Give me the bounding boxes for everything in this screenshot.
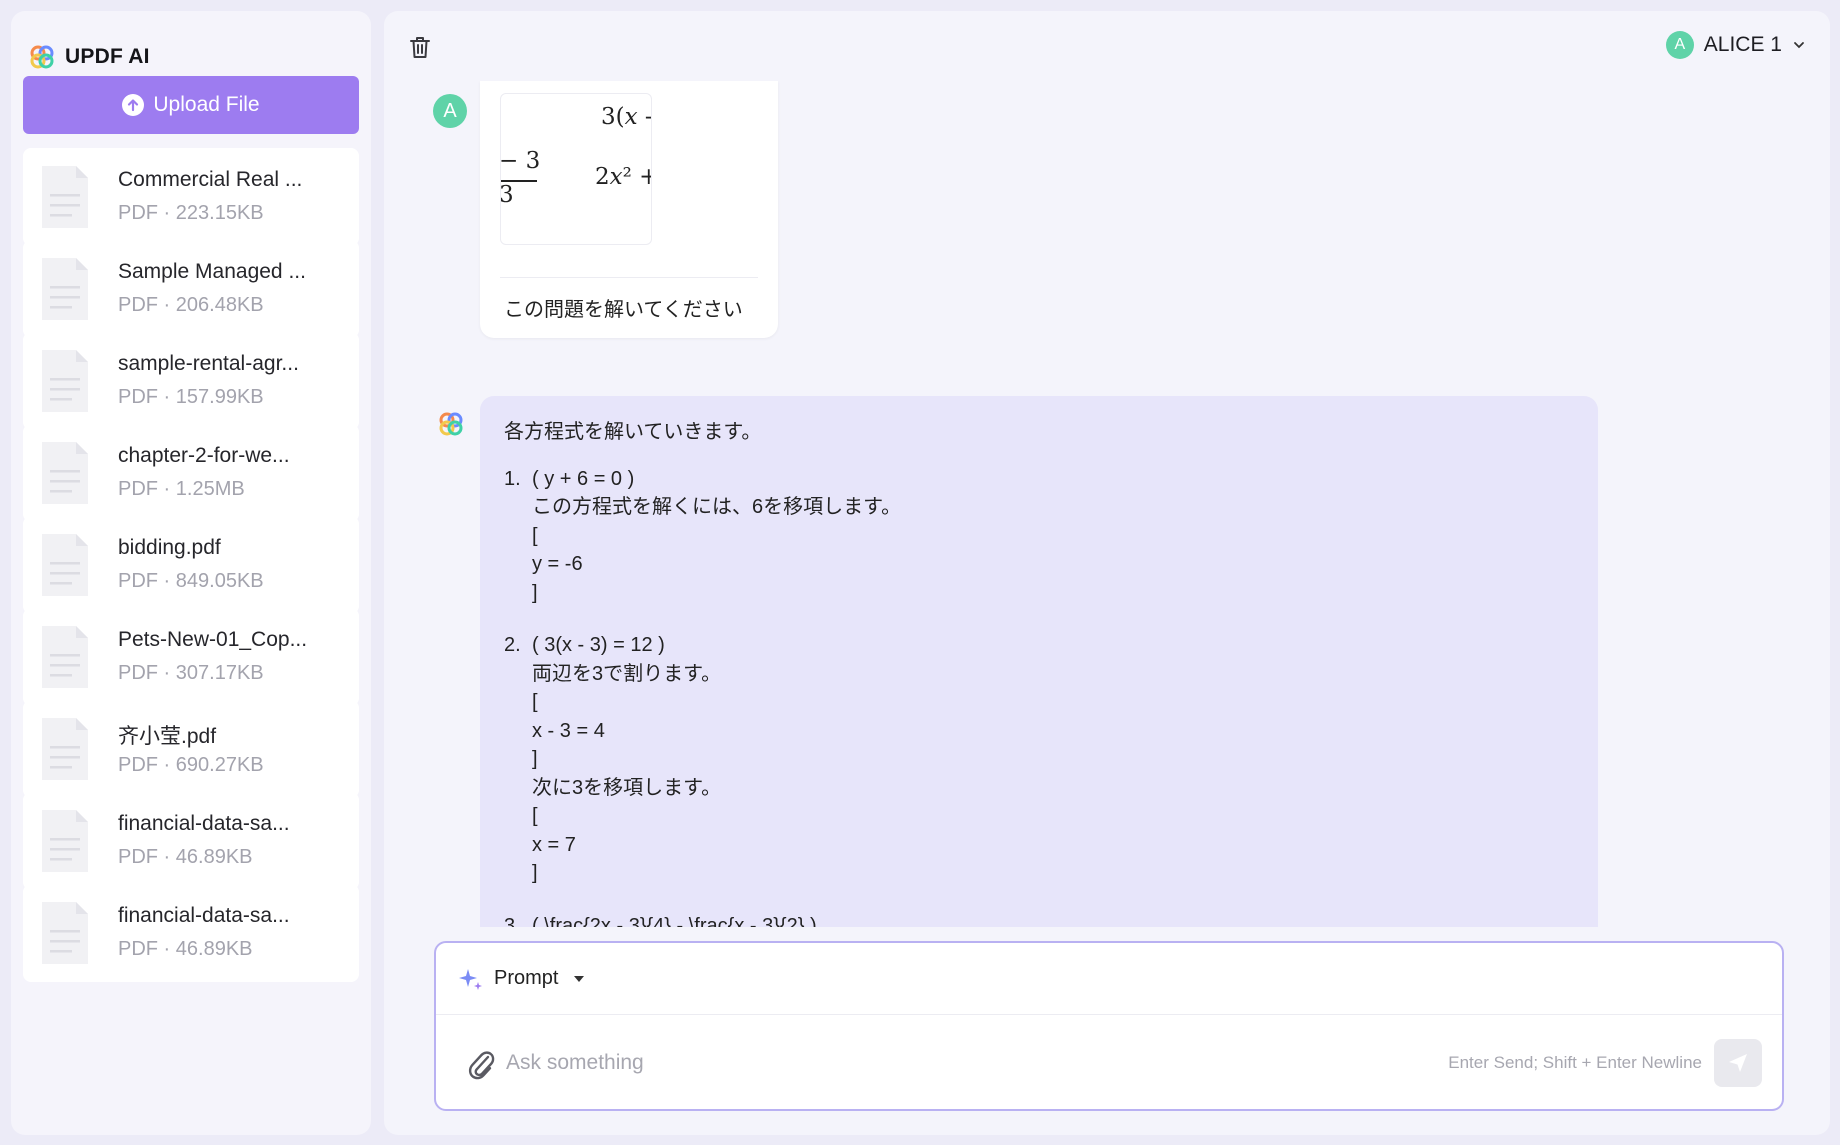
- solution-line: この方程式を解くには、6を移項します。: [532, 496, 902, 518]
- file-meta: PDF · 690.27KB: [118, 754, 264, 776]
- sidebar: UPDF AI Upload File Commercial Real ... …: [11, 11, 371, 1135]
- solution-line: x = 7: [532, 833, 576, 856]
- document-icon: [42, 718, 88, 780]
- file-item[interactable]: sample-rental-agr... PDF · 157.99KB: [23, 332, 359, 430]
- chevron-down-icon: [1794, 42, 1804, 49]
- input-row: Enter Send; Shift + Enter Newline: [448, 1029, 1770, 1097]
- chat-input-box: Prompt Enter Send; Shift + Enter Newline: [434, 941, 1784, 1111]
- math-image-thumbnail[interactable]: 3(𝑥 - − 3 3 2𝑥² +: [500, 93, 652, 245]
- document-icon: [42, 166, 88, 228]
- file-meta: PDF · 1.25MB: [118, 478, 245, 500]
- math-fraction-top: − 3: [500, 148, 541, 174]
- user-message-avatar: A: [433, 94, 467, 128]
- solution-line: ]: [532, 581, 538, 604]
- sparkle-icon: [459, 968, 482, 990]
- ai-intro: 各方程式を解いていきます。: [504, 421, 762, 443]
- trash-icon[interactable]: [406, 33, 434, 61]
- file-item[interactable]: financial-data-sa... PDF · 46.89KB: [23, 884, 359, 982]
- solution-line: ]: [532, 748, 538, 770]
- user-message: 3(𝑥 - − 3 3 2𝑥² + この問題を解いてください: [480, 81, 778, 338]
- user-menu[interactable]: A ALICE 1: [1665, 31, 1806, 59]
- file-item[interactable]: chapter-2-for-we... PDF · 1.25MB: [23, 424, 359, 522]
- file-meta: PDF · 307.17KB: [118, 662, 264, 684]
- prompt-selector[interactable]: Prompt: [436, 943, 1782, 1015]
- file-meta: PDF · 157.99KB: [118, 386, 264, 408]
- upload-file-button[interactable]: Upload File: [23, 76, 359, 134]
- document-icon: [42, 442, 88, 504]
- document-icon: [42, 258, 88, 320]
- file-name: 齐小莹.pdf: [118, 725, 217, 748]
- solution-item: 2. ( 3(x - 3) = 12 ) 両辺を3で割ります。 [ x - 3 …: [504, 631, 1574, 888]
- file-name: Commercial Real ...: [118, 168, 303, 191]
- ask-input[interactable]: [506, 1043, 1266, 1083]
- caret-down-icon: [574, 975, 585, 982]
- solution-line: 次に3を移項します。: [532, 776, 722, 799]
- file-name: Sample Managed ...: [118, 260, 306, 283]
- ai-message: 各方程式を解いていきます。 1. ( y + 6 = 0 ) この方程式を解くに…: [480, 396, 1598, 927]
- file-name: financial-data-sa...: [118, 904, 290, 927]
- divider: [500, 277, 758, 278]
- document-icon: [42, 626, 88, 688]
- send-icon: [1729, 1054, 1747, 1072]
- math-line-1: 3(𝑥 -: [601, 104, 652, 130]
- document-icon: [42, 350, 88, 412]
- updf-logo-icon: [30, 45, 54, 69]
- file-item[interactable]: Sample Managed ... PDF · 206.48KB: [23, 240, 359, 338]
- upload-arrow-icon: [122, 94, 145, 116]
- file-meta: PDF · 206.48KB: [118, 294, 264, 316]
- solution-line: [: [532, 805, 538, 827]
- file-item[interactable]: bidding.pdf PDF · 849.05KB: [23, 516, 359, 614]
- file-item[interactable]: Commercial Real ... PDF · 223.15KB: [23, 148, 359, 246]
- solution-line: ( 3(x - 3) = 12 ): [532, 634, 665, 656]
- file-meta: PDF · 849.05KB: [118, 570, 264, 592]
- brand-name: UPDF AI: [65, 45, 150, 68]
- solution-line: ]: [532, 862, 538, 884]
- solution-line: 両辺を3で割ります。: [532, 662, 722, 685]
- user-message-text: この問題を解いてください: [504, 299, 743, 321]
- file-item[interactable]: financial-data-sa... PDF · 46.89KB: [23, 792, 359, 890]
- file-name: chapter-2-for-we...: [118, 444, 290, 467]
- send-button[interactable]: [1714, 1039, 1762, 1087]
- document-icon: [42, 534, 88, 596]
- solution-line: x - 3 = 4: [532, 719, 605, 742]
- brand: UPDF AI: [29, 35, 150, 79]
- file-item[interactable]: 齐小莹.pdf PDF · 690.27KB: [23, 700, 359, 798]
- solution-list: 1. ( y + 6 = 0 ) この方程式を解くには、6を移項します。 [ y…: [504, 465, 1574, 928]
- math-fraction-bottom: 3: [500, 182, 514, 208]
- solution-line: [: [532, 524, 538, 547]
- file-meta: PDF · 223.15KB: [118, 202, 264, 224]
- solution-line: [: [532, 691, 538, 713]
- solution-line: ( y + 6 = 0 ): [532, 467, 635, 490]
- item-number: 1.: [504, 467, 521, 490]
- file-name: bidding.pdf: [118, 536, 221, 559]
- chat-messages: A 3(𝑥 - − 3 3 2𝑥² + この問題を解いてください 各方程式を解い…: [384, 81, 1830, 927]
- user-avatar: A: [1665, 31, 1694, 59]
- file-meta: PDF · 46.89KB: [118, 846, 253, 868]
- chat-panel: A ALICE 1 A 3(𝑥 - − 3 3 2𝑥² + この問題を解いてくだ…: [384, 11, 1830, 1135]
- ai-logo-icon: [439, 412, 463, 436]
- paperclip-icon[interactable]: [466, 1047, 496, 1081]
- send-hint: Enter Send; Shift + Enter Newline: [1448, 1053, 1702, 1072]
- user-name: ALICE 1: [1703, 33, 1782, 56]
- file-name: financial-data-sa...: [118, 812, 290, 835]
- solution-line: y = -6: [532, 553, 583, 575]
- item-number: 3.: [504, 914, 521, 928]
- prompt-label: Prompt: [494, 967, 559, 989]
- solution-line: ( \frac{2x - 3}{4} - \frac{x - 3}{2} ): [532, 914, 817, 928]
- solution-item: 3. ( \frac{2x - 3}{4} - \frac{x - 3}{2} …: [504, 912, 1574, 928]
- item-number: 2.: [504, 634, 521, 656]
- upload-file-label: Upload File: [153, 93, 260, 116]
- file-name: sample-rental-agr...: [118, 352, 299, 375]
- document-icon: [42, 810, 88, 872]
- solution-item: 1. ( y + 6 = 0 ) この方程式を解くには、6を移項します。 [ y…: [504, 465, 1574, 608]
- file-item[interactable]: Pets-New-01_Cop... PDF · 307.17KB: [23, 608, 359, 706]
- document-icon: [42, 902, 88, 964]
- math-line-2: 2𝑥² +: [595, 164, 651, 190]
- file-meta: PDF · 46.89KB: [118, 938, 253, 960]
- file-name: Pets-New-01_Cop...: [118, 628, 308, 651]
